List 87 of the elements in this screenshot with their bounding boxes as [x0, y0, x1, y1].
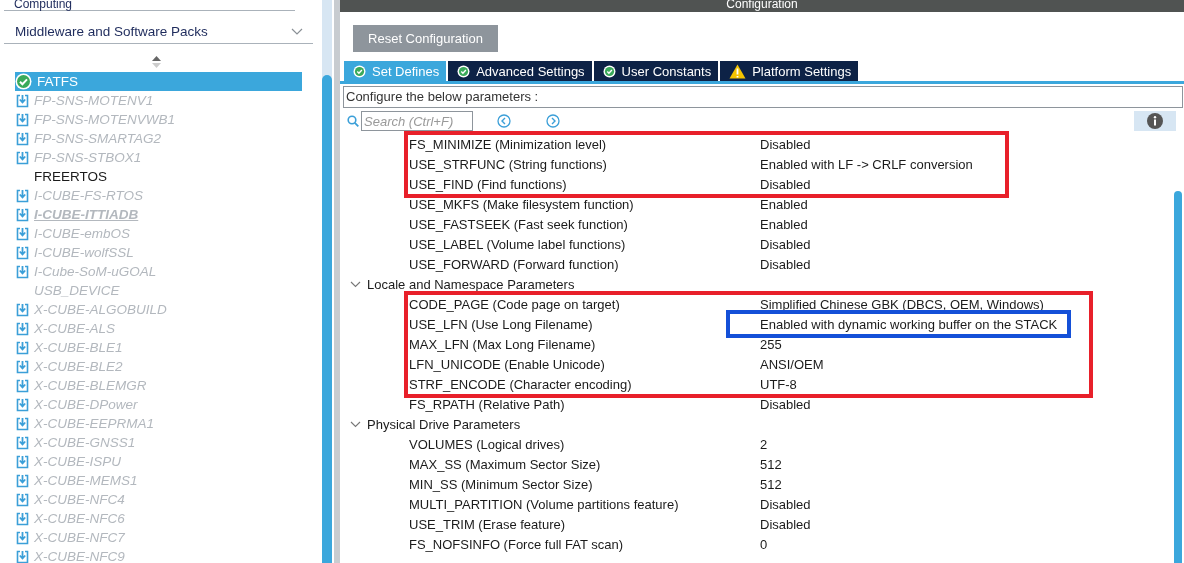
- parameter-name[interactable]: MIN_SS (Minimum Sector Size): [340, 476, 760, 492]
- scrollbar-thumb[interactable]: [322, 75, 332, 563]
- warning-icon: [729, 63, 747, 79]
- parameter-value[interactable]: 255: [760, 336, 782, 352]
- download-icon: [16, 511, 29, 526]
- parameter-name[interactable]: USE_STRFUNC (String functions): [340, 156, 760, 172]
- parameter-name[interactable]: CODE_PAGE (Code page on target): [340, 296, 760, 312]
- download-icon: [16, 416, 29, 431]
- parameter-name[interactable]: MULTI_PARTITION (Volume partitions feature): [340, 496, 760, 512]
- parameter-name[interactable]: VOLUMES (Logical drives): [340, 436, 760, 452]
- download-icon: [16, 321, 29, 336]
- download-icon: [16, 340, 29, 355]
- download-icon: [16, 188, 29, 203]
- parameter-value[interactable]: Enabled: [760, 196, 808, 212]
- parameter-name[interactable]: FS_NOFSINFO (Force full FAT scan): [340, 536, 760, 552]
- download-icon: [16, 549, 29, 563]
- parameter-name[interactable]: USE_TRIM (Erase feature): [340, 516, 760, 532]
- parameter-value[interactable]: 0: [760, 536, 768, 552]
- download-icon: [16, 93, 29, 108]
- group-header[interactable]: Physical Drive Parameters: [367, 416, 521, 432]
- check-icon: [15, 73, 32, 90]
- parameter-value[interactable]: Enabled with dynamic working buffer on the STACK: [760, 316, 1058, 332]
- parameter-name[interactable]: USE_LABEL (Volume label functions): [340, 236, 760, 252]
- parameter-name[interactable]: USE_FORWARD (Forward function): [340, 256, 760, 272]
- parameter-name[interactable]: USE_MKFS (Make filesystem function): [340, 196, 760, 212]
- parameter-name[interactable]: STRF_ENCODE (Character encoding): [340, 376, 760, 392]
- download-icon: [16, 435, 29, 450]
- download-icon: [16, 302, 29, 317]
- parameter-value[interactable]: Enabled: [760, 216, 808, 232]
- chevron-down-icon[interactable]: [350, 420, 361, 428]
- download-icon: [16, 264, 29, 279]
- parameter-name[interactable]: MAX_SS (Maximum Sector Size): [340, 456, 760, 472]
- download-icon: [16, 226, 29, 241]
- info-button[interactable]: [1134, 111, 1176, 131]
- download-icon: [16, 150, 29, 165]
- group-header[interactable]: Locale and Namespace Parameters: [367, 276, 575, 292]
- download-icon: [16, 112, 29, 127]
- download-icon: [16, 245, 29, 260]
- download-icon: [16, 207, 29, 222]
- download-icon: [16, 131, 29, 146]
- parameter-value[interactable]: ANSI/OEM: [760, 356, 824, 372]
- parameter-name[interactable]: MAX_LFN (Max Long Filename): [340, 336, 760, 352]
- parameter-name[interactable]: USE_FASTSEEK (Fast seek function): [340, 216, 760, 232]
- parameter-value[interactable]: 512: [760, 476, 782, 492]
- download-icon: [16, 530, 29, 545]
- panel-title: Configuration: [726, 0, 798, 11]
- parameter-value[interactable]: Disabled: [760, 236, 811, 252]
- info-icon: [1147, 113, 1163, 129]
- parameter-value[interactable]: Disabled: [760, 176, 811, 192]
- parameter-value[interactable]: 2: [760, 436, 768, 452]
- parameter-value[interactable]: Disabled: [760, 516, 811, 532]
- download-icon: [16, 492, 29, 507]
- parameter-name[interactable]: USE_FIND (Find functions): [340, 176, 760, 192]
- parameter-value[interactable]: Disabled: [760, 256, 811, 272]
- download-icon: [16, 454, 29, 469]
- tab[interactable]: Platform Settings: [720, 61, 859, 81]
- check-icon: [353, 64, 366, 78]
- category-title[interactable]: Computing: [4, 0, 295, 10]
- parameter-name[interactable]: LFN_UNICODE (Enable Unicode): [340, 356, 760, 372]
- parameter-value[interactable]: Simplified Chinese GBK (DBCS, OEM, Windows): [760, 296, 1044, 312]
- parameter-name[interactable]: FS_MINIMIZE (Minimization level): [340, 136, 760, 152]
- download-icon: [16, 359, 29, 374]
- scrollbar-thumb[interactable]: [1174, 191, 1182, 563]
- parameter-name[interactable]: FS_RPATH (Relative Path): [340, 396, 760, 412]
- parameter-value[interactable]: Enabled with LF -> CRLF conversion: [760, 156, 973, 172]
- parameter-value[interactable]: Disabled: [760, 136, 811, 152]
- next-icon[interactable]: [546, 114, 560, 128]
- download-icon: [16, 473, 29, 488]
- check-icon: [602, 64, 616, 78]
- description-text: Configure the below parameters :: [343, 86, 1183, 108]
- parameter-value[interactable]: 512: [760, 456, 782, 472]
- tab[interactable]: User Constants: [593, 61, 719, 81]
- tab[interactable]: Advanced Settings: [448, 61, 592, 81]
- search-icon: [347, 115, 359, 127]
- download-icon: [16, 397, 29, 412]
- parameter-value[interactable]: Disabled: [760, 496, 811, 512]
- category-header[interactable]: Middleware and Software Packs: [4, 24, 313, 44]
- download-icon: [16, 378, 29, 393]
- pack-item[interactable]: FREERTOS: [15, 167, 302, 186]
- check-icon: [457, 64, 471, 78]
- parameter-value[interactable]: UTF-8: [760, 376, 797, 392]
- search-field[interactable]: Search (Ctrl+F): [361, 111, 473, 131]
- chevron-down-icon[interactable]: [350, 280, 361, 288]
- parameter-value[interactable]: Disabled: [760, 396, 811, 412]
- previous-icon[interactable]: [497, 114, 511, 128]
- sort-icon[interactable]: [151, 56, 161, 68]
- parameter-name[interactable]: USE_LFN (Use Long Filename): [340, 316, 760, 332]
